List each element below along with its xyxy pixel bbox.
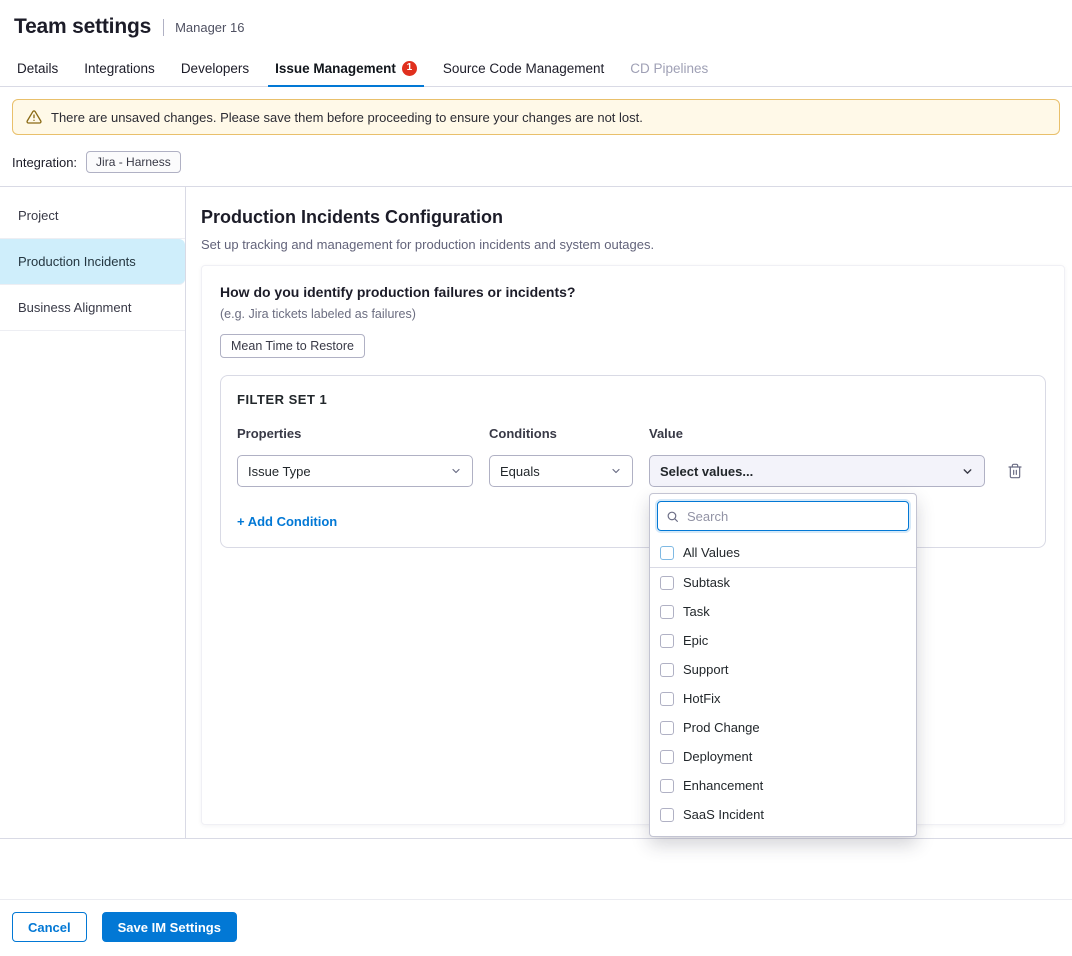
value-multiselect[interactable]: Select values...	[649, 455, 985, 487]
incidents-config-card: How do you identify production failures …	[201, 265, 1065, 825]
option-label: Deployment	[683, 749, 752, 764]
tab-label: CD Pipelines	[630, 61, 708, 76]
unsaved-changes-banner: There are unsaved changes. Please save t…	[12, 99, 1060, 135]
option-saas-incident[interactable]: SaaS Incident	[650, 800, 916, 829]
option-customer-notification[interactable]: Customer Notification	[650, 829, 916, 837]
tab-source-code-management[interactable]: Source Code Management	[430, 50, 617, 86]
column-header-properties: Properties	[237, 426, 473, 441]
option-support[interactable]: Support	[650, 655, 916, 684]
tab-label: Integrations	[84, 61, 155, 76]
sidebar-item-project[interactable]: Project	[0, 193, 185, 239]
filter-set-1: FILTER SET 1 Properties Conditions Value…	[220, 375, 1046, 548]
delete-filter-row-button[interactable]	[1001, 457, 1029, 485]
search-icon	[666, 510, 679, 523]
page-header: Team settings Manager 16	[0, 0, 1072, 50]
option-deployment[interactable]: Deployment	[650, 742, 916, 771]
page-title: Team settings	[14, 15, 151, 39]
option-all-values[interactable]: All Values	[650, 538, 916, 568]
checkbox-icon[interactable]	[660, 605, 674, 619]
content-area: Project Production Incidents Business Al…	[0, 186, 1072, 839]
checkbox-icon[interactable]	[660, 546, 674, 560]
settings-sidebar: Project Production Incidents Business Al…	[0, 187, 186, 838]
integration-chip[interactable]: Jira - Harness	[86, 151, 181, 173]
checkbox-icon[interactable]	[660, 692, 674, 706]
option-enhancement[interactable]: Enhancement	[650, 771, 916, 800]
tab-developers[interactable]: Developers	[168, 50, 262, 86]
tab-label: Source Code Management	[443, 61, 604, 76]
checkbox-icon[interactable]	[660, 576, 674, 590]
checkbox-icon[interactable]	[660, 634, 674, 648]
option-epic[interactable]: Epic	[650, 626, 916, 655]
dropdown-search-box	[657, 501, 909, 531]
mean-time-to-restore-chip[interactable]: Mean Time to Restore	[220, 334, 365, 358]
chevron-down-icon	[450, 465, 462, 477]
sidebar-item-production-incidents[interactable]: Production Incidents	[0, 239, 185, 285]
chevron-down-icon	[610, 465, 622, 477]
integration-label: Integration:	[12, 155, 77, 170]
page-footer: Cancel Save IM Settings	[0, 899, 1072, 956]
tab-issue-management[interactable]: Issue Management 1	[262, 50, 430, 86]
value-dropdown-panel: All Values Subtask Task	[649, 493, 917, 837]
tab-integrations[interactable]: Integrations	[71, 50, 168, 86]
option-label: Prod Change	[683, 720, 760, 735]
config-hint: (e.g. Jira tickets labeled as failures)	[220, 307, 1046, 321]
option-label: Customer Notification	[683, 836, 807, 837]
banner-text: There are unsaved changes. Please save t…	[51, 110, 643, 125]
tab-label: Details	[17, 61, 58, 76]
option-label: Task	[683, 604, 710, 619]
tab-label: Developers	[181, 61, 249, 76]
option-subtask[interactable]: Subtask	[650, 568, 916, 597]
dropdown-search-input[interactable]	[685, 508, 900, 525]
filter-grid: Properties Conditions Value Issue Type E…	[237, 426, 1029, 487]
option-label: All Values	[683, 545, 740, 560]
warning-icon	[26, 109, 42, 125]
unsaved-count-badge: 1	[402, 61, 417, 76]
condition-select-value: Equals	[500, 464, 540, 479]
checkbox-icon[interactable]	[660, 837, 674, 838]
tab-bar: Details Integrations Developers Issue Ma…	[0, 50, 1072, 87]
property-select[interactable]: Issue Type	[237, 455, 473, 487]
tab-details[interactable]: Details	[4, 50, 71, 86]
condition-select[interactable]: Equals	[489, 455, 633, 487]
tab-cd-pipelines: CD Pipelines	[617, 50, 721, 86]
property-select-value: Issue Type	[248, 464, 311, 479]
option-label: SaaS Incident	[683, 807, 764, 822]
column-header-value: Value	[649, 426, 985, 441]
option-label: Epic	[683, 633, 708, 648]
option-label: HotFix	[683, 691, 721, 706]
option-task[interactable]: Task	[650, 597, 916, 626]
dropdown-options-list: Subtask Task Epic	[650, 568, 916, 837]
checkbox-icon[interactable]	[660, 779, 674, 793]
option-label: Enhancement	[683, 778, 763, 793]
sidebar-item-business-alignment[interactable]: Business Alignment	[0, 285, 185, 331]
cancel-button[interactable]: Cancel	[12, 912, 87, 942]
value-select-placeholder: Select values...	[660, 464, 753, 479]
config-question: How do you identify production failures …	[220, 284, 1046, 300]
value-select-wrapper: Select values...	[649, 455, 985, 487]
checkbox-icon[interactable]	[660, 663, 674, 677]
option-hotfix[interactable]: HotFix	[650, 684, 916, 713]
checkbox-icon[interactable]	[660, 721, 674, 735]
section-subtitle: Set up tracking and management for produ…	[201, 237, 1065, 252]
add-condition-button[interactable]: + Add Condition	[237, 514, 337, 529]
section-title: Production Incidents Configuration	[201, 207, 1065, 228]
tab-label: Issue Management	[275, 61, 396, 76]
chevron-down-icon	[961, 465, 974, 478]
main-panel: Production Incidents Configuration Set u…	[186, 187, 1072, 838]
option-prod-change[interactable]: Prod Change	[650, 713, 916, 742]
column-header-conditions: Conditions	[489, 426, 633, 441]
checkbox-icon[interactable]	[660, 808, 674, 822]
checkbox-icon[interactable]	[660, 750, 674, 764]
option-label: Subtask	[683, 575, 730, 590]
option-label: Support	[683, 662, 729, 677]
filter-set-title: FILTER SET 1	[237, 392, 1029, 407]
integration-row: Integration: Jira - Harness	[12, 151, 1060, 173]
page-subtitle: Manager 16	[163, 19, 244, 36]
save-im-settings-button[interactable]: Save IM Settings	[102, 912, 237, 942]
